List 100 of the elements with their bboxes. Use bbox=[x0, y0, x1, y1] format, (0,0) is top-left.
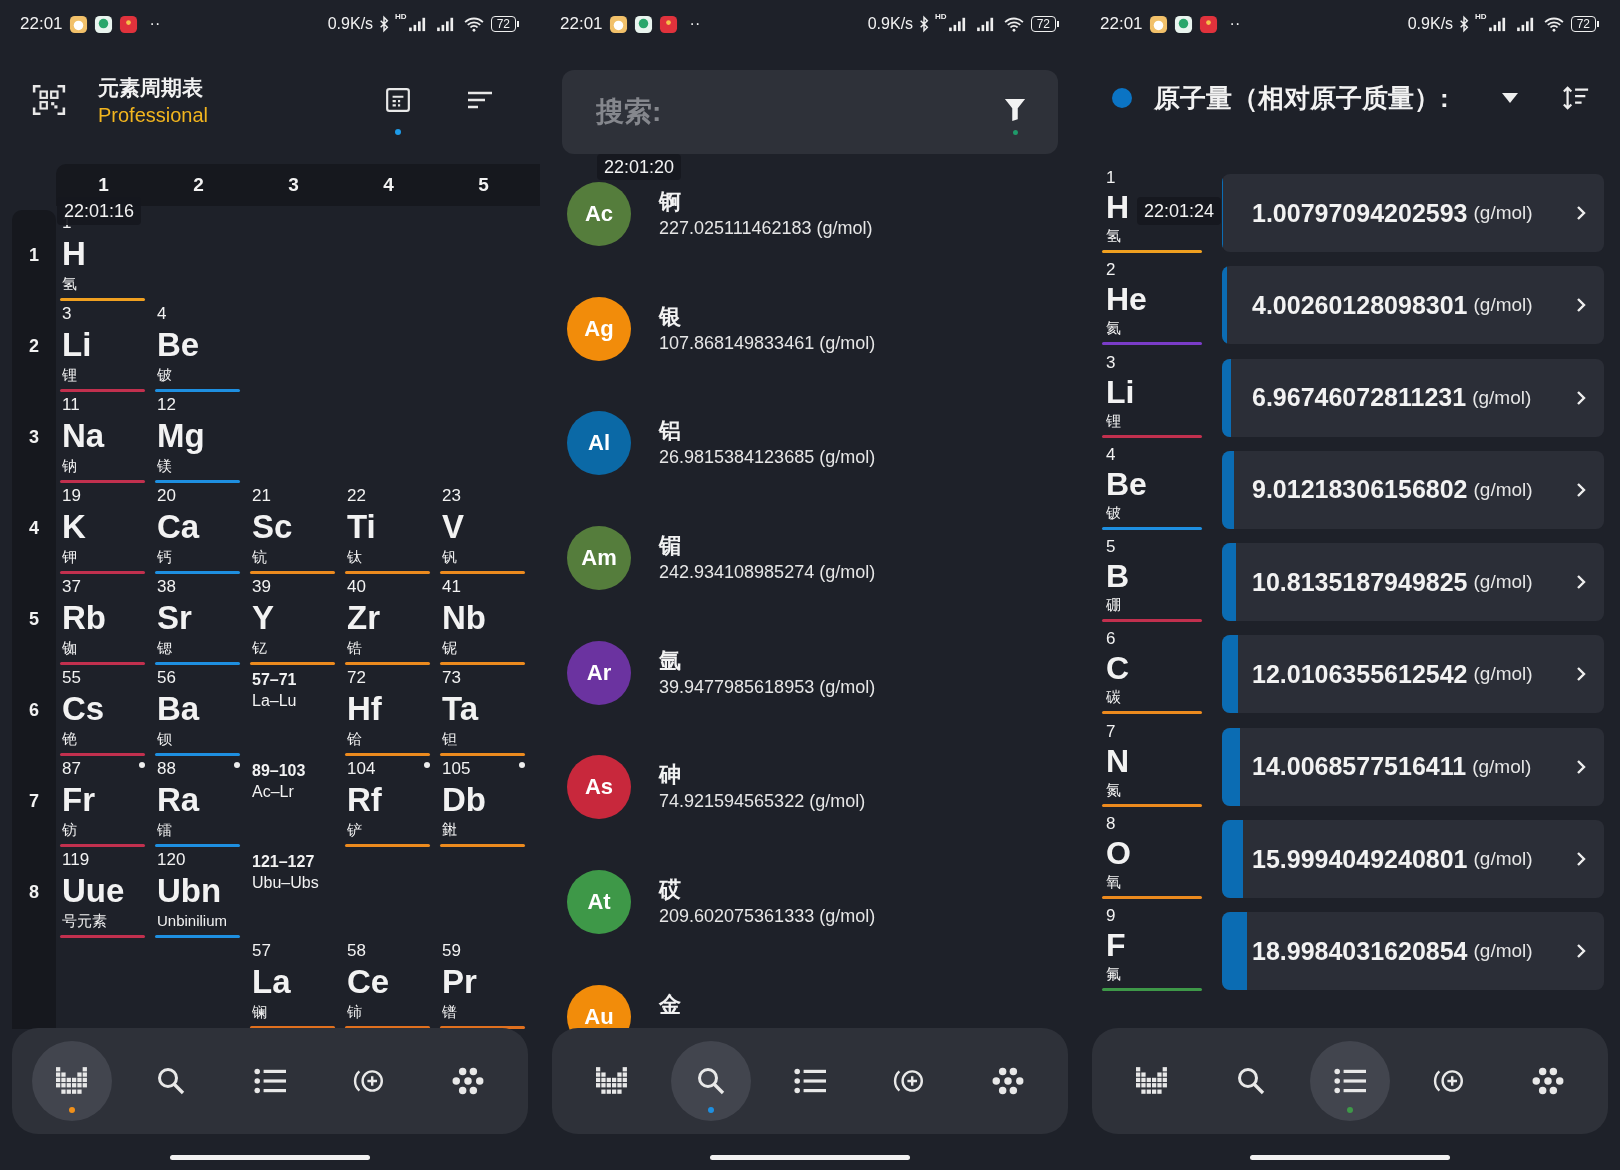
value-card[interactable]: 18.9984031620854 (g/mol) bbox=[1222, 912, 1604, 991]
element-name: 铲 bbox=[347, 820, 363, 840]
chevron-right-icon[interactable] bbox=[1576, 943, 1586, 960]
element-symbol[interactable]: Nb bbox=[442, 598, 531, 638]
element-symbol[interactable]: La bbox=[252, 962, 341, 1002]
element-symbol[interactable]: K bbox=[62, 507, 151, 547]
element-name: 钠 bbox=[62, 456, 78, 476]
qr-scan-icon[interactable] bbox=[32, 83, 66, 117]
element-symbol[interactable]: Y bbox=[252, 598, 341, 638]
value-card[interactable]: 10.8135187949825 (g/mol) bbox=[1222, 543, 1604, 622]
mass-unit: (g/mol) bbox=[1473, 294, 1533, 317]
element-name: 锕 bbox=[659, 188, 682, 216]
element-symbol[interactable]: Rb bbox=[62, 598, 151, 638]
property-title[interactable]: 原子量（相对原子质量）: bbox=[1154, 80, 1502, 116]
element-avatar[interactable]: Ac bbox=[567, 182, 631, 246]
chevron-right-icon[interactable] bbox=[1576, 758, 1586, 775]
series-range[interactable]: 89–103 bbox=[252, 760, 341, 782]
atomic-number: 37 bbox=[62, 576, 82, 598]
chevron-right-icon[interactable] bbox=[1576, 297, 1586, 314]
chevron-right-icon[interactable] bbox=[1576, 205, 1586, 221]
element-avatar[interactable]: At bbox=[567, 870, 631, 935]
element-avatar[interactable]: Am bbox=[567, 526, 631, 591]
status-time: 22:01 bbox=[20, 14, 63, 34]
element-symbol[interactable]: H bbox=[62, 234, 151, 274]
property-dot bbox=[1112, 88, 1132, 108]
app-notification-icon bbox=[658, 14, 678, 34]
atomic-mass-value: 18.9984031620854 bbox=[1252, 936, 1468, 966]
status-time: 22:01 bbox=[560, 14, 603, 34]
dots-cluster-icon bbox=[452, 1067, 485, 1095]
active-indicator-dot bbox=[395, 129, 401, 135]
element-symbol[interactable]: Li bbox=[62, 325, 151, 365]
element-symbol[interactable]: Ubn bbox=[157, 871, 246, 911]
value-card[interactable]: 12.0106355612542 (g/mol) bbox=[1222, 635, 1604, 714]
element-symbol[interactable]: Db bbox=[442, 780, 531, 820]
value-card[interactable]: 14.0068577516411 (g/mol) bbox=[1222, 727, 1604, 806]
element-name: 钫 bbox=[62, 820, 78, 840]
network-speed: 0.9K/s bbox=[327, 15, 374, 33]
element-symbol[interactable]: V bbox=[442, 507, 531, 547]
chevron-right-icon[interactable] bbox=[1576, 574, 1586, 591]
element-symbol[interactable]: Pr bbox=[442, 962, 531, 1002]
chevron-right-icon[interactable] bbox=[1576, 481, 1586, 498]
element-symbol[interactable]: Rf bbox=[347, 780, 436, 820]
value-card[interactable]: 6.96746072811231 (g/mol) bbox=[1222, 358, 1604, 437]
value-card[interactable]: 9.01218306156802 (g/mol) bbox=[1222, 450, 1604, 529]
app-notification-icon bbox=[633, 14, 653, 34]
element-symbol[interactable]: Ti bbox=[347, 507, 436, 547]
value-card[interactable]: 15.9994049240801 (g/mol) bbox=[1222, 820, 1604, 899]
table-view-icon[interactable] bbox=[385, 87, 411, 113]
dots-cluster-icon bbox=[992, 1067, 1025, 1095]
element-symbol[interactable]: Na bbox=[62, 416, 151, 456]
atomic-number: 38 bbox=[157, 576, 177, 598]
element-symbol[interactable]: Mg bbox=[157, 416, 246, 456]
timestamp-tooltip: 22:01:24 bbox=[1137, 197, 1222, 225]
atomic-number: 3 bbox=[62, 303, 73, 325]
element-name: 氧 bbox=[1106, 872, 1121, 893]
series-range[interactable]: 121–127 bbox=[252, 851, 341, 873]
element-symbol[interactable]: Be bbox=[157, 325, 246, 365]
sort-order-icon[interactable] bbox=[1562, 85, 1590, 111]
chevron-right-icon[interactable] bbox=[1576, 851, 1586, 868]
atomic-number: 55 bbox=[62, 667, 82, 689]
atomic-number: 4 bbox=[1106, 444, 1116, 465]
element-avatar[interactable]: As bbox=[567, 755, 631, 820]
value-card[interactable]: 1.00797094202593 (g/mol) bbox=[1222, 174, 1604, 252]
element-symbol[interactable]: Ce bbox=[347, 962, 436, 1002]
series-range[interactable]: 57–71 bbox=[252, 669, 341, 691]
chevron-right-icon[interactable] bbox=[1576, 389, 1586, 406]
period-number: 4 bbox=[29, 518, 39, 539]
atomic-number: 88 bbox=[157, 758, 177, 780]
search-field[interactable]: 搜索: bbox=[562, 70, 1058, 154]
element-name: 氟 bbox=[1106, 964, 1121, 985]
mass-unit: (g/mol) bbox=[1473, 848, 1533, 871]
dropdown-caret-icon[interactable] bbox=[1502, 93, 1518, 103]
element-symbol[interactable]: Fr bbox=[62, 780, 151, 820]
element-name: 锂 bbox=[62, 365, 78, 385]
element-name: 钇 bbox=[252, 638, 268, 658]
element-symbol[interactable]: Ca bbox=[157, 507, 246, 547]
atomic-mass-value: 14.0068577516411 bbox=[1252, 752, 1467, 782]
element-symbol[interactable]: Ra bbox=[157, 780, 246, 820]
element-symbol[interactable]: Sc bbox=[252, 507, 341, 547]
element-symbol[interactable]: Ba bbox=[157, 689, 246, 729]
element-symbol[interactable]: Zr bbox=[347, 598, 436, 638]
atomic-mass-value: 4.00260128098301 bbox=[1252, 290, 1468, 320]
element-symbol[interactable]: Uue bbox=[62, 871, 151, 911]
value-card[interactable]: 4.00260128098301 (g/mol) bbox=[1222, 266, 1604, 345]
list-icon bbox=[793, 1067, 826, 1095]
element-avatar[interactable]: Al bbox=[567, 411, 631, 476]
atomic-mass: 39.9477985618953 (g/mol) bbox=[659, 675, 876, 699]
element-symbol[interactable]: Ta bbox=[442, 689, 531, 729]
element-avatar[interactable]: Ar bbox=[567, 640, 631, 705]
chevron-right-icon[interactable] bbox=[1576, 666, 1586, 683]
element-symbol[interactable]: Hf bbox=[347, 689, 436, 729]
atomic-number: 12 bbox=[157, 394, 177, 416]
element-name: 铌 bbox=[442, 638, 458, 658]
element-symbol[interactable]: Sr bbox=[157, 598, 246, 638]
element-name: 镨 bbox=[442, 1002, 458, 1022]
filter-icon[interactable] bbox=[1004, 98, 1026, 122]
mass-unit: (g/mol) bbox=[1473, 571, 1533, 594]
element-symbol[interactable]: Cs bbox=[62, 689, 151, 729]
element-name: 铷 bbox=[62, 638, 78, 658]
mass-unit: (g/mol) bbox=[1472, 755, 1532, 778]
